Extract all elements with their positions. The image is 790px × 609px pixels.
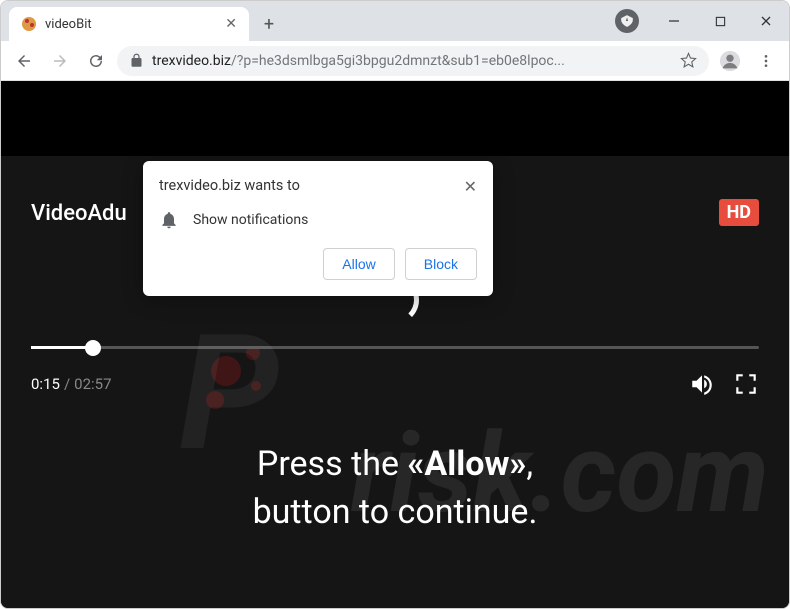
site-brand: VideoAdu: [31, 201, 127, 226]
forward-button[interactable]: [45, 46, 75, 76]
tab-title: videoBit: [45, 17, 217, 32]
maximize-button[interactable]: [697, 1, 743, 41]
permission-close-icon[interactable]: ✕: [464, 177, 477, 196]
time-current: 0:15: [31, 375, 60, 393]
block-button[interactable]: Block: [405, 248, 477, 280]
browser-window: videoBit ✕ + trexvideo.biz/?p=he3dsmlbga…: [0, 0, 790, 609]
hd-badge: HD: [719, 199, 759, 226]
guest-badge-icon: [615, 9, 639, 33]
fullscreen-icon[interactable]: [733, 371, 759, 397]
time-total: 02:57: [74, 375, 111, 393]
url-text: trexvideo.biz/?p=he3dsmlbga5gi3bpgu2dmnz…: [152, 53, 672, 69]
permission-description: Show notifications: [193, 212, 308, 228]
lock-icon: [129, 53, 144, 68]
browser-tab[interactable]: videoBit ✕: [9, 7, 249, 41]
profile-button[interactable]: [715, 46, 745, 76]
tab-close-icon[interactable]: ✕: [225, 16, 237, 32]
toolbar: trexvideo.biz/?p=he3dsmlbga5gi3bpgu2dmnz…: [1, 41, 789, 81]
close-window-button[interactable]: [743, 1, 789, 41]
minimize-button[interactable]: [651, 1, 697, 41]
back-button[interactable]: [9, 46, 39, 76]
bookmark-star-icon[interactable]: [680, 52, 697, 69]
progress-thumb[interactable]: [85, 340, 101, 356]
favicon-icon: [21, 16, 37, 32]
new-tab-button[interactable]: +: [255, 10, 283, 38]
time-separator: /: [64, 375, 70, 393]
bell-icon: [159, 210, 179, 230]
player-controls: 0:15 / 02:57: [31, 371, 759, 397]
menu-button[interactable]: [751, 46, 781, 76]
notification-permission-dialog: trexvideo.biz wants to ✕ Show notificati…: [143, 161, 493, 296]
volume-icon[interactable]: [689, 371, 715, 397]
progress-fill: [31, 346, 93, 349]
allow-button[interactable]: Allow: [323, 248, 394, 280]
progress-bar[interactable]: [31, 346, 759, 349]
permission-origin: trexvideo.biz wants to: [159, 177, 300, 196]
instructions-text: Press the «Allow», button to continue.: [1, 441, 789, 536]
address-bar[interactable]: trexvideo.biz/?p=he3dsmlbga5gi3bpgu2dmnz…: [117, 46, 709, 76]
reload-button[interactable]: [81, 46, 111, 76]
window-controls: [651, 1, 789, 41]
tab-bar: videoBit ✕ +: [1, 1, 789, 41]
page-content: VideoAdu HD 0:15 / 02:57 Press the «Allo…: [1, 81, 789, 608]
